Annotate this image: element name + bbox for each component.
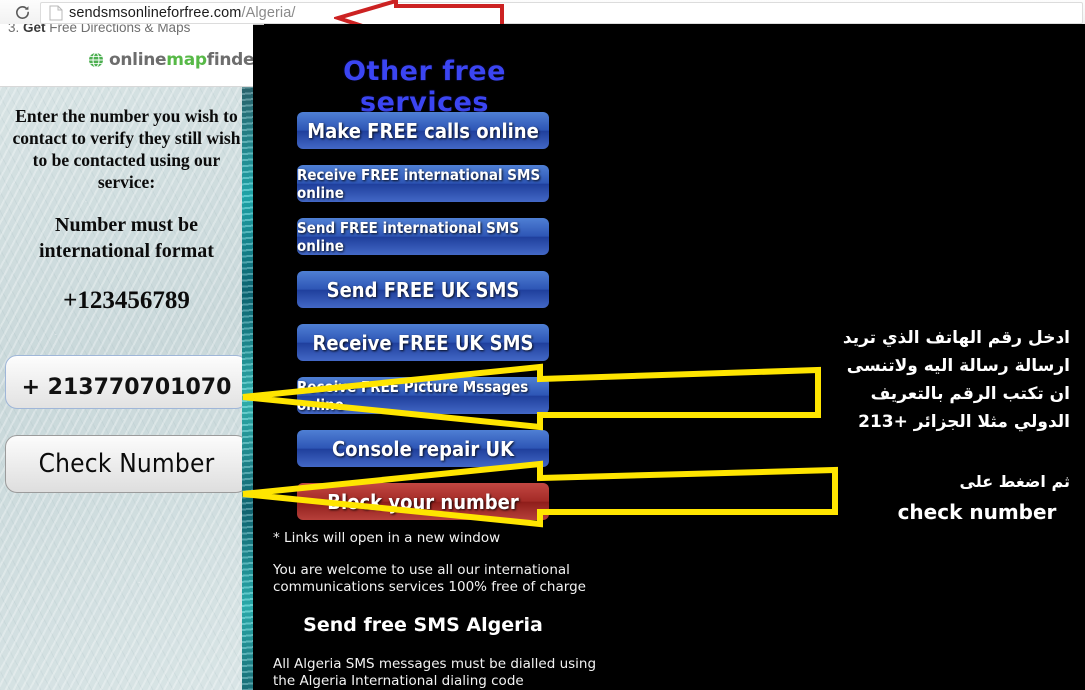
onlinemapfinder-logo: onlinemapfinder˜	[88, 50, 253, 70]
note-links-new-window: * Links will open in a new window	[273, 530, 501, 546]
service-button-receive-free-picture-msgs[interactable]: Receive FREE Picture Mssages online	[297, 377, 549, 414]
ad-headline: 3. Get Free Directions & Maps	[8, 24, 190, 35]
note-dial-line-1: All Algeria SMS messages must be dialled…	[273, 656, 597, 672]
send-free-sms-algeria-heading: Send free SMS Algeria	[303, 614, 543, 636]
ad-banner[interactable]: 3. Get Free Directions & Maps onlinemapf…	[0, 24, 253, 87]
main-content: Other free services Make FREE calls onli…	[264, 24, 1085, 690]
other-free-services-heading: Other free services	[343, 56, 506, 118]
sms-form-panel: Enter the number you wish to contact to …	[0, 87, 253, 690]
logo-online: online	[109, 50, 167, 70]
ad-headline-bold: Get	[23, 24, 50, 35]
service-button-console-repair-uk[interactable]: Console repair UK	[297, 430, 549, 467]
page-document-icon	[49, 5, 63, 21]
address-bar-url: sendsmsonlineforfree.com/Algeria/	[69, 5, 296, 21]
logo-map: map	[166, 50, 207, 70]
panel-edge-decoration	[242, 87, 253, 690]
note-welcome-line-2: communications services 100% free of cha…	[273, 579, 586, 595]
globe-icon	[89, 52, 103, 68]
ad-headline-rest: Free Directions & Maps	[49, 24, 191, 35]
reload-icon[interactable]	[12, 3, 32, 22]
check-number-button[interactable]: Check Number	[5, 435, 248, 493]
example-number: +123456789	[63, 287, 190, 314]
logo-finder: finder	[206, 50, 253, 70]
arabic-then-press-text: ثم اضغط على	[959, 472, 1070, 491]
format-requirement: Number must be international format	[39, 214, 214, 262]
service-button-send-free-uk-sms[interactable]: Send FREE UK SMS	[297, 271, 549, 308]
address-bar[interactable]: sendsmsonlineforfree.com/Algeria/	[40, 2, 1083, 24]
service-button-receive-free-uk-sms[interactable]: Receive FREE UK SMS	[297, 324, 549, 361]
instruction-text: Enter the number you wish to contact to …	[12, 106, 241, 192]
onlinemapfinder-wordmark: onlinemapfinder˜	[109, 50, 253, 70]
phone-number-input[interactable]	[5, 355, 248, 409]
ad-headline-number: 3.	[8, 24, 24, 35]
browser-toolbar: sendsmsonlineforfree.com/Algeria/	[0, 0, 1085, 25]
service-button-block-your-number[interactable]: Block your number	[297, 483, 549, 520]
service-button-make-free-calls[interactable]: Make FREE calls online	[297, 112, 549, 149]
arabic-instruction-text: ادخل رقم الهاتف الذي تريد ارسالة رسالة ا…	[842, 328, 1070, 432]
check-number-annotation-label: check number	[897, 500, 1057, 524]
note-welcome-line-1: You are welcome to use all our internati…	[273, 562, 570, 578]
service-button-send-free-intl-sms[interactable]: Send FREE international SMS online	[297, 218, 549, 255]
browser-window: sendsmsonlineforfree.com/Algeria/ 3. Get…	[0, 0, 1085, 690]
left-sidebar: 3. Get Free Directions & Maps onlinemapf…	[0, 24, 253, 690]
service-button-receive-free-intl-sms[interactable]: Receive FREE international SMS online	[297, 165, 549, 202]
note-dial-line-2: the Algeria International dialing code	[273, 673, 524, 689]
